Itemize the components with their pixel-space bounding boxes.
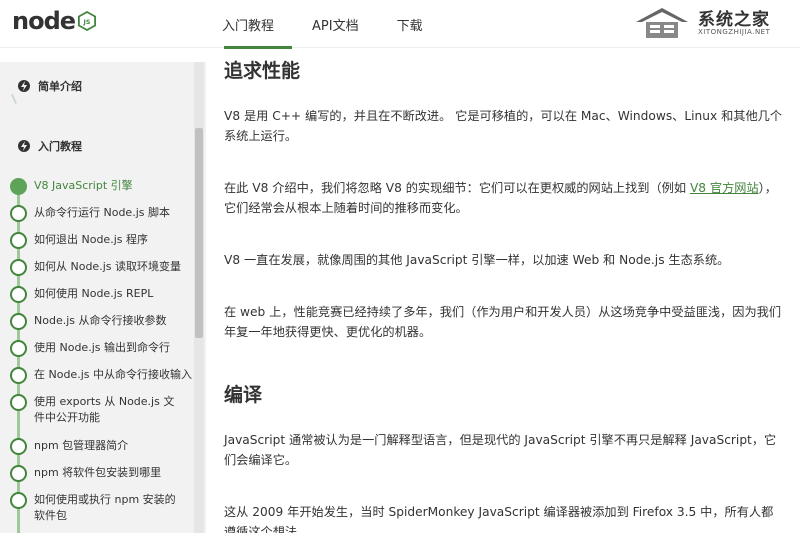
nav-api-docs[interactable]: API文档 <box>312 15 359 34</box>
paragraph: 在此 V8 介绍中，我们将忽略 V8 的实现细节：它们可以在更权威的网站上找到（… <box>224 181 777 215</box>
v8-site-link[interactable]: V8 官方网站 <box>690 181 759 195</box>
house-logo-icon <box>636 8 688 38</box>
watermark-subtitle: XITONGZHIJIA.NET <box>698 28 771 36</box>
toc-dot <box>10 232 27 249</box>
toc-item-label: npm 包管理器简介 <box>34 439 129 452</box>
toc-item-label: 在 Node.js 中从命令行接收输入 <box>34 368 192 381</box>
paragraph: 在 web 上，性能竞赛已经持续了多年，我们（作为用户和开发人员）从这场竞争中受… <box>224 305 782 339</box>
toc-dot <box>10 438 27 455</box>
toc-dot <box>10 205 27 222</box>
toc-item-label: 使用 exports 从 Node.js 文件中公开功能 <box>34 395 175 424</box>
toc-dot <box>10 340 27 357</box>
site-watermark: 系统之家 XITONGZHIJIA.NET <box>630 2 792 44</box>
toc-dot <box>10 313 27 330</box>
logo-wordmark: node <box>12 7 76 35</box>
watermark-title: 系统之家 <box>698 10 770 30</box>
toc-dot <box>10 367 27 384</box>
toc-item-label: 从命令行运行 Node.js 脚本 <box>34 206 170 219</box>
toc-item-label: npm 将软件包安装到哪里 <box>34 466 162 479</box>
nodejs-logo[interactable]: node JS <box>12 6 104 36</box>
nav-download[interactable]: 下载 <box>397 15 423 34</box>
heading-performance: 追求性能 <box>224 60 301 82</box>
toc-dot <box>10 259 27 276</box>
logo-badge: JS <box>83 19 91 26</box>
paragraph: JavaScript 通常被认为是一门解释型语言，但是现代的 JavaScrip… <box>224 433 777 467</box>
top-nav: 入门教程 API文档 下载 <box>222 0 461 48</box>
toc-item-label: 如何从 Node.js 读取环境变量 <box>34 260 181 273</box>
section-getting-started-label: 入门教程 <box>38 140 82 153</box>
toc-item-label: 如何使用或执行 npm 安装的软件包 <box>34 493 176 522</box>
section-intro[interactable]: 简单介绍 <box>18 78 82 94</box>
sidebar-scroll-thumb[interactable] <box>195 128 203 338</box>
toc-item-label: V8 JavaScript 引擎 <box>34 179 133 192</box>
toc-dot <box>10 394 27 411</box>
top-header: node JS 入门教程 API文档 下载 系统之家 XITONGZHIJIA.… <box>0 0 800 49</box>
section-intro-label: 简单介绍 <box>38 80 82 93</box>
nav-getting-started[interactable]: 入门教程 <box>222 15 274 34</box>
toc-item-label: 如何使用 Node.js REPL <box>34 287 154 300</box>
toc-item-label: 如何退出 Node.js 程序 <box>34 233 148 246</box>
js-hexagon-icon: JS <box>78 11 97 31</box>
section-getting-started[interactable]: 入门教程 <box>18 138 82 154</box>
toc-dot <box>10 492 27 509</box>
toc-item-label: 使用 Node.js 输出到命令行 <box>34 341 170 354</box>
paragraph: 这从 2009 年开始发生，当时 SpiderMonkey JavaScript… <box>224 505 774 533</box>
paragraph: V8 一直在发展，就像周围的其他 JavaScript 引擎一样，以加速 Web… <box>224 253 730 267</box>
toc-dot <box>10 286 27 303</box>
active-nav-indicator <box>224 46 292 49</box>
toc-item-label: Node.js 从命令行接收参数 <box>34 314 167 327</box>
bolt-icon <box>18 140 30 152</box>
heading-compilation: 编译 <box>224 384 263 406</box>
bolt-icon <box>18 80 30 92</box>
toc-dot-active <box>10 178 27 195</box>
paragraph: V8 是用 C++ 编写的，并且在不断改进。 它是可移植的，可以在 Mac、Wi… <box>224 109 783 143</box>
toc-dot <box>10 465 27 482</box>
